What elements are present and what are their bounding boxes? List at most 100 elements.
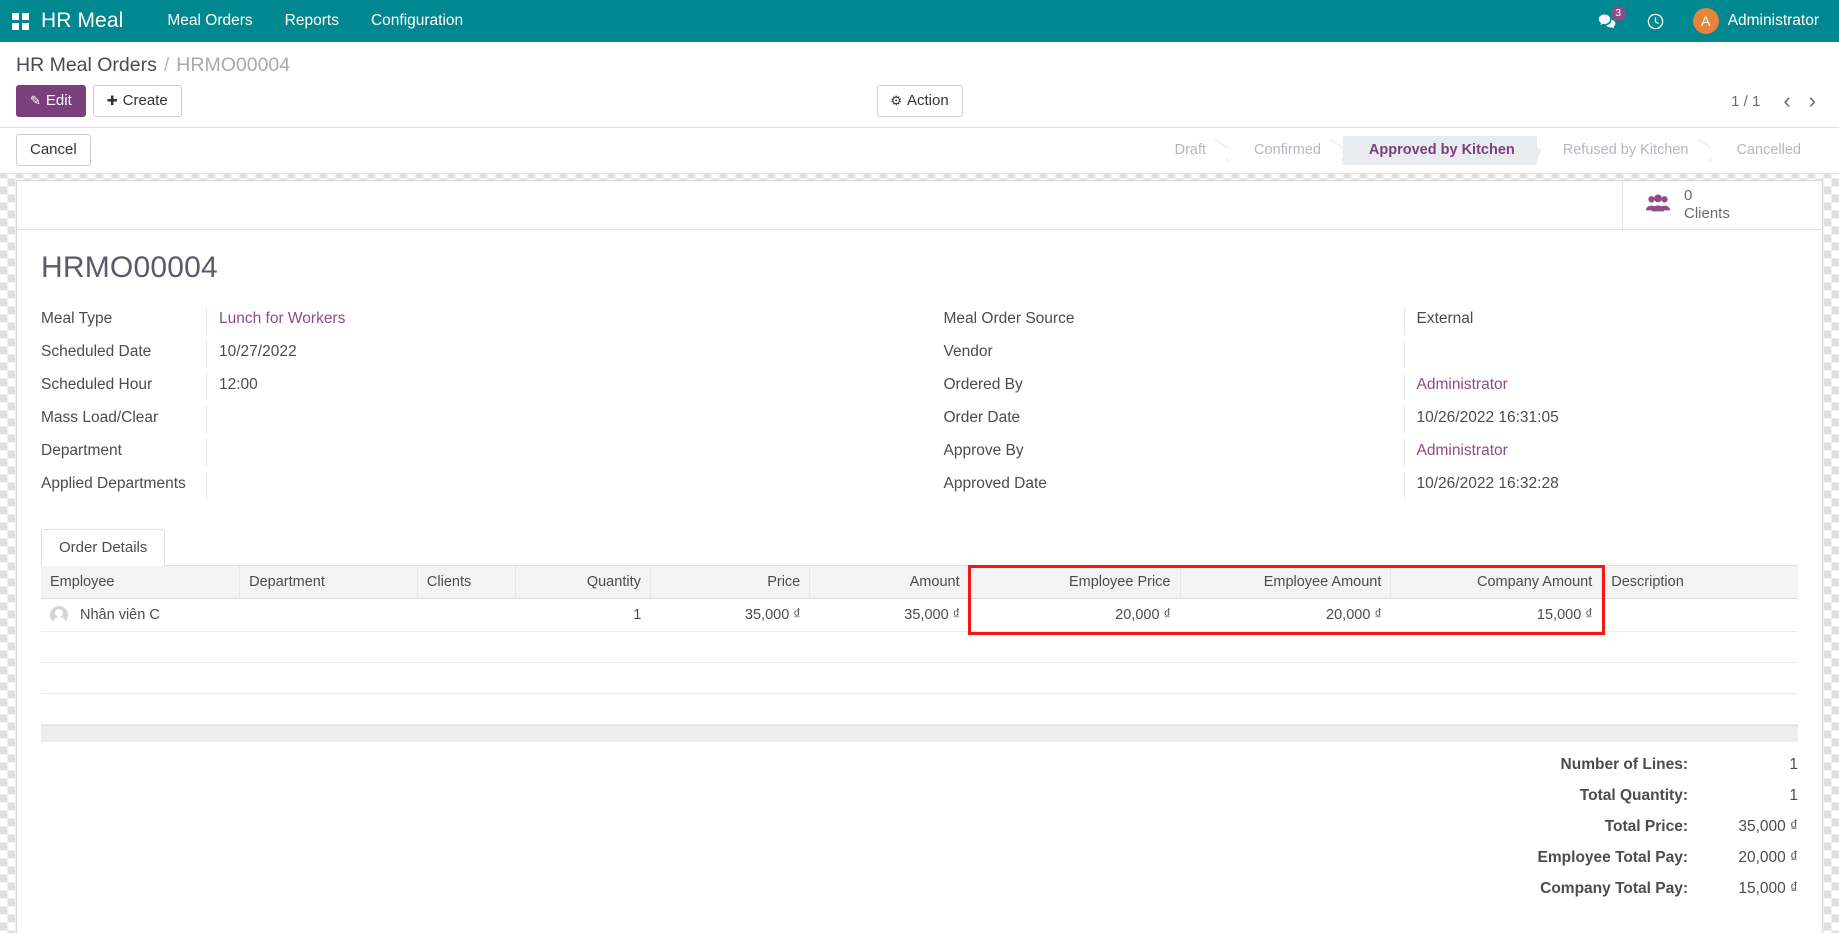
messages-icon[interactable]: 3 [1583,0,1632,42]
field-ordered-by: Ordered By Administrator [944,373,1799,406]
pager-count: 1 / 1 [1731,93,1760,110]
control-panel: HR Meal Orders / HRMO00004 ✎Edit ✚Create… [0,42,1839,128]
cell-price[interactable]: 35,000 ₫ [650,599,809,632]
edit-button[interactable]: ✎Edit [16,85,86,117]
app-brand-title[interactable]: HR Meal [41,9,123,33]
apps-grid-icon[interactable] [12,13,29,30]
field-value-meal-order-source: External [1404,307,1799,334]
users-icon [1645,193,1671,217]
field-label-mass-load-clear: Mass Load/Clear [41,406,206,430]
field-label-approve-by: Approve By [944,439,1404,463]
col-employee[interactable]: Employee [41,566,240,599]
form-column-left: Meal Type Lunch for Workers Scheduled Da… [29,307,920,505]
field-value-approve-by[interactable]: Administrator [1404,439,1799,466]
col-description[interactable]: Description [1602,566,1798,599]
breadcrumb-root[interactable]: HR Meal Orders [16,54,157,77]
cell-description[interactable] [1602,599,1798,632]
total-label-number-of-lines: Number of Lines: [1561,756,1688,774]
field-scheduled-date: Scheduled Date 10/27/2022 [41,340,908,373]
col-clients[interactable]: Clients [417,566,515,599]
action-button-label: Action [907,92,949,109]
cell-amount[interactable]: 35,000 ₫ [810,599,969,632]
status-stage-approved-by-kitchen[interactable]: Approved by Kitchen [1343,136,1537,165]
field-label-scheduled-date: Scheduled Date [41,340,206,364]
stat-button-clients[interactable]: 0 Clients [1622,181,1822,229]
field-label-applied-departments: Applied Departments [41,472,206,496]
menu-item-configuration[interactable]: Configuration [355,0,479,42]
status-stage-refused-by-kitchen[interactable]: Refused by Kitchen [1537,136,1711,165]
total-label-total-price: Total Price: [1605,818,1688,836]
notebook: Order Details Employee Department Client… [29,529,1810,742]
col-department[interactable]: Department [240,566,418,599]
field-value-applied-departments [206,472,908,499]
field-applied-departments: Applied Departments [41,472,908,505]
tab-order-details[interactable]: Order Details [41,529,165,566]
field-scheduled-hour: Scheduled Hour 12:00 [41,373,908,406]
field-value-ordered-by[interactable]: Administrator [1404,373,1799,400]
form-column-right: Meal Order Source External Vendor Ordere… [920,307,1811,505]
field-label-scheduled-hour: Scheduled Hour [41,373,206,397]
col-company-amount[interactable]: Company Amount [1391,566,1602,599]
chevron-left-icon[interactable]: ‹ [1776,91,1797,111]
field-department: Department [41,439,908,472]
cell-employee-amount[interactable]: 20,000 ₫ [1180,599,1391,632]
cell-employee-label: Nhân viên C [80,607,160,623]
cell-employee-price[interactable]: 20,000 ₫ [969,599,1180,632]
field-meal-type: Meal Type Lunch for Workers [41,307,908,340]
total-value-number-of-lines: 1 [1688,756,1798,774]
cell-quantity[interactable]: 1 [515,599,650,632]
main-menu: Meal Orders Reports Configuration [151,0,479,42]
cell-employee[interactable]: Nhân viên C [41,599,240,632]
status-stage-confirmed[interactable]: Confirmed [1228,136,1343,165]
status-stage-draft[interactable]: Draft [1153,136,1228,165]
cell-clients[interactable] [417,599,515,632]
table-footer-bar [41,725,1798,742]
gear-icon: ⚙ [890,93,902,108]
create-button[interactable]: ✚Create [93,85,182,117]
col-price[interactable]: Price [650,566,809,599]
statusbar-row: Cancel Draft Confirmed Approved by Kitch… [0,128,1839,174]
total-total-price: Total Price: 35,000 ₫ [1605,818,1798,836]
field-vendor: Vendor [944,340,1799,373]
col-employee-amount[interactable]: Employee Amount [1180,566,1391,599]
total-value-total-price: 35,000 ₫ [1688,818,1798,836]
table-row-empty [41,663,1798,694]
field-label-order-date: Order Date [944,406,1404,430]
field-value-meal-type[interactable]: Lunch for Workers [206,307,908,334]
stat-button-box: 0 Clients [17,181,1822,230]
field-value-order-date: 10/26/2022 16:31:05 [1404,406,1799,433]
menu-item-reports[interactable]: Reports [269,0,355,42]
user-menu[interactable]: A Administrator [1679,0,1825,42]
col-amount[interactable]: Amount [810,566,969,599]
total-value-total-quantity: 1 [1688,787,1798,805]
stat-value-clients: 0 [1684,187,1730,205]
field-order-date: Order Date 10/26/2022 16:31:05 [944,406,1799,439]
pager: 1 / 1 ‹ › [1731,91,1823,111]
action-menu-wrapper: ⚙ Action [876,85,962,117]
field-approved-date: Approved Date 10/26/2022 16:32:28 [944,472,1799,505]
edit-button-label: Edit [46,92,72,109]
field-meal-order-source: Meal Order Source External [944,307,1799,340]
notebook-tabs: Order Details [41,529,1798,566]
table-row[interactable]: Nhân viên C 1 35,000 ₫ 35,000 ₫ 20,000 ₫… [41,599,1798,632]
field-label-ordered-by: Ordered By [944,373,1404,397]
chevron-right-icon[interactable]: › [1802,91,1823,111]
sheet-wrapper: 0 Clients HRMO00004 Meal Type Lunch for … [0,174,1839,933]
cell-company-amount[interactable]: 15,000 ₫ [1391,599,1602,632]
status-stage-cancelled[interactable]: Cancelled [1711,136,1824,165]
stat-label-clients: Clients [1684,205,1730,223]
action-button[interactable]: ⚙ Action [876,85,962,117]
col-quantity[interactable]: Quantity [515,566,650,599]
cancel-button[interactable]: Cancel [16,134,91,166]
col-employee-price[interactable]: Employee Price [969,566,1180,599]
clock-icon[interactable] [1632,0,1679,42]
field-label-meal-order-source: Meal Order Source [944,307,1404,331]
field-value-approved-date: 10/26/2022 16:32:28 [1404,472,1799,499]
cell-department[interactable] [240,599,418,632]
field-value-mass-load-clear [206,406,908,433]
total-label-company-total-pay: Company Total Pay: [1540,880,1688,898]
total-label-employee-total-pay: Employee Total Pay: [1538,849,1688,867]
avatar: A [1693,8,1719,34]
menu-item-meal-orders[interactable]: Meal Orders [151,0,268,42]
field-value-vendor [1404,340,1799,367]
